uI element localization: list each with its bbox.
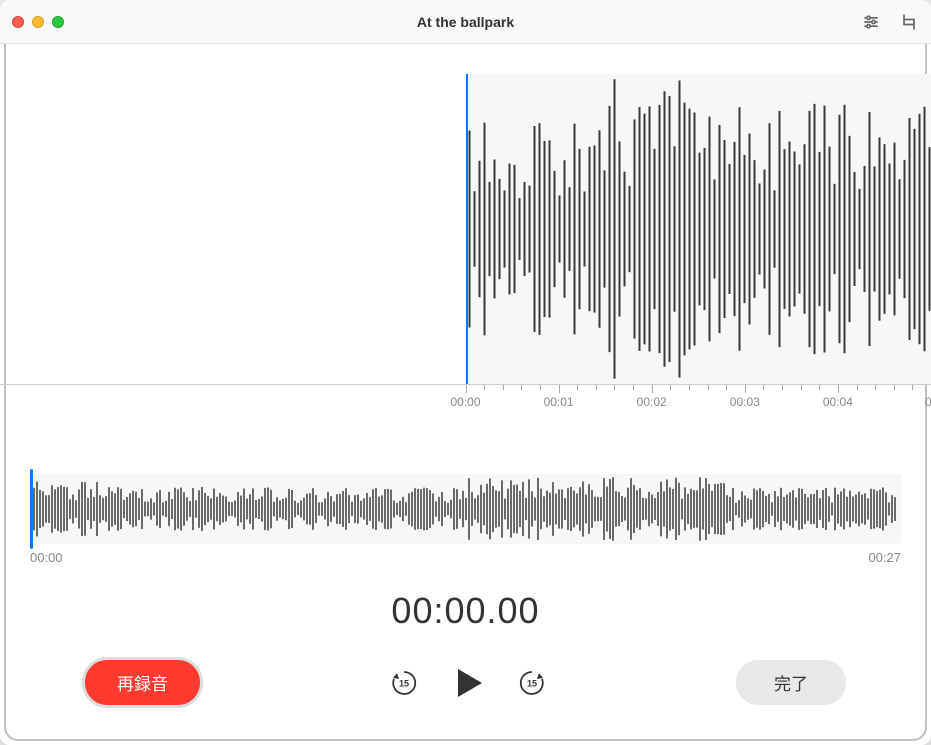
titlebar: At the ballpark [0, 0, 931, 44]
ruler-label: 00:03 [730, 395, 760, 409]
close-button[interactable] [12, 16, 24, 28]
overview-bars [30, 474, 901, 544]
playback-controls: 再録音 15 [0, 660, 931, 745]
voice-memo-edit-window: At the ballpark [0, 0, 931, 745]
ruler-label: 00:01 [544, 395, 574, 409]
window-title: At the ballpark [417, 14, 514, 30]
current-timecode: 00:00.00 [0, 590, 931, 632]
overview-section: 00:00 00:27 [30, 474, 901, 565]
play-icon[interactable] [450, 665, 486, 701]
ruler-label: 00:00 [450, 395, 480, 409]
window-controls [12, 16, 64, 28]
skip-back-amount: 15 [399, 678, 409, 688]
settings-icon[interactable] [861, 12, 881, 32]
main-waveform-area: 00:00 00:01 00:02 00:03 00:04 0 [0, 74, 931, 414]
toolbar [861, 12, 919, 32]
overview-waveform[interactable] [30, 474, 901, 544]
skip-back-15-icon[interactable]: 15 [388, 667, 420, 699]
ruler-label: 00:02 [637, 395, 667, 409]
skip-forward-15-icon[interactable]: 15 [516, 667, 548, 699]
overview-playhead[interactable] [30, 469, 33, 549]
time-ruler: 00:00 00:01 00:02 00:03 00:04 0 [0, 384, 931, 414]
maximize-button[interactable] [52, 16, 64, 28]
skip-fwd-amount: 15 [527, 678, 537, 688]
transport-controls: 15 15 [388, 665, 548, 701]
minimize-button[interactable] [32, 16, 44, 28]
ruler-label: 0 [925, 395, 931, 409]
content-area: 00:00 00:01 00:02 00:03 00:04 0 00:00 00:27 0… [0, 44, 931, 745]
main-waveform[interactable] [0, 74, 931, 384]
overview-start-time: 00:00 [30, 550, 63, 565]
done-button[interactable]: 完了 [736, 660, 846, 705]
overview-time-labels: 00:00 00:27 [30, 550, 901, 565]
record-button[interactable]: 再録音 [85, 660, 200, 705]
trim-icon[interactable] [899, 12, 919, 32]
ruler-label: 00:04 [823, 395, 853, 409]
overview-end-time: 00:27 [868, 550, 901, 565]
playhead[interactable] [466, 74, 468, 384]
